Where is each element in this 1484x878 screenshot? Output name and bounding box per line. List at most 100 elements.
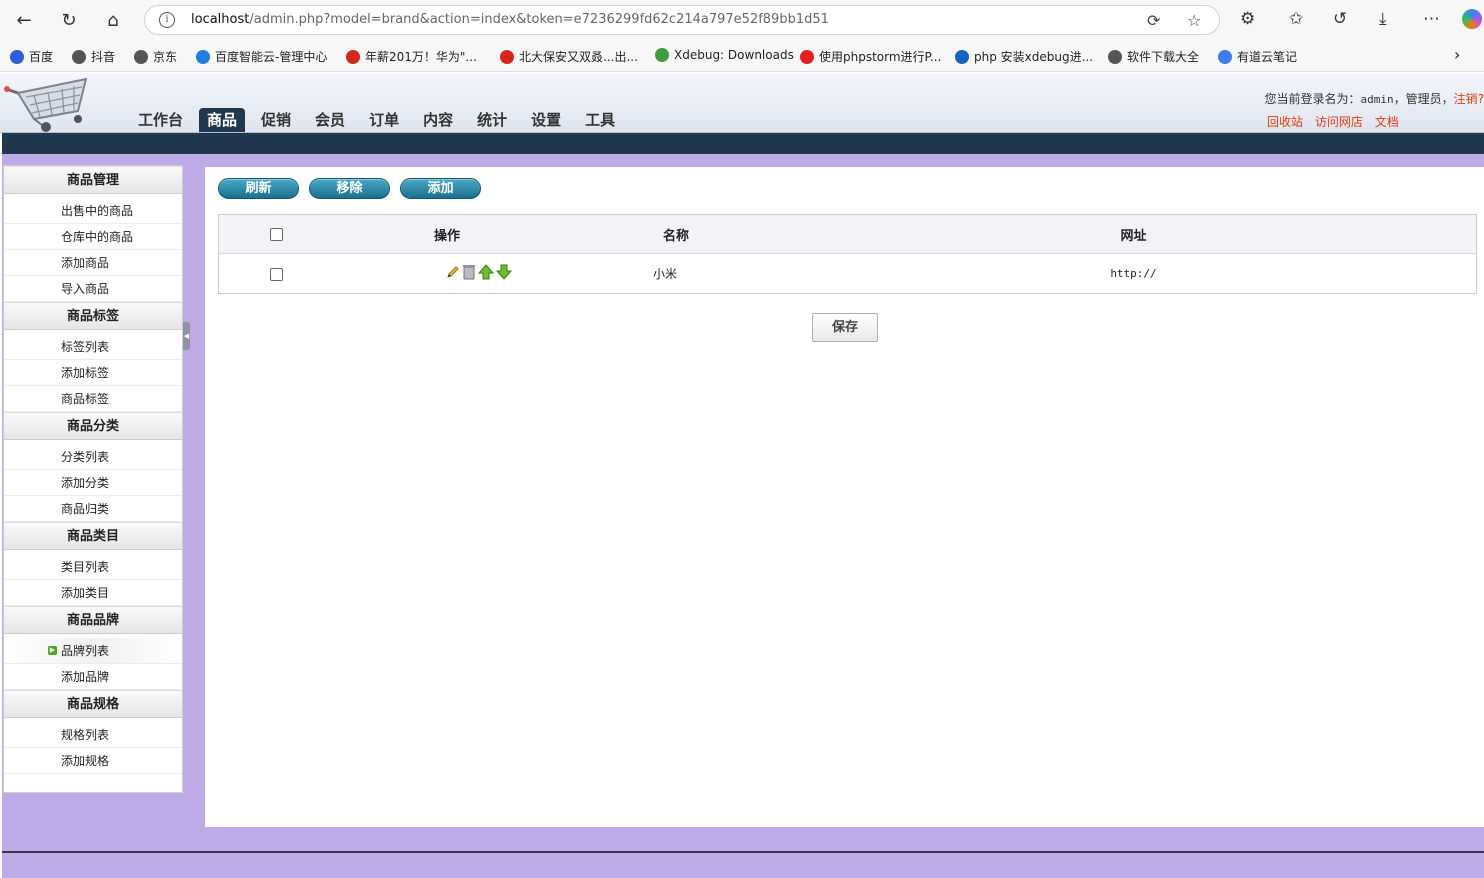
sidebar-item-label: 添加标签 — [61, 366, 110, 380]
username: admin — [1360, 93, 1394, 106]
sidebar-item[interactable]: 添加商品 — [4, 250, 182, 276]
remove-button[interactable]: 移除 — [309, 178, 390, 199]
add-button[interactable]: 添加 — [400, 178, 481, 199]
header-operation: 操作 — [433, 228, 460, 244]
bookmark-favicon-icon — [196, 49, 210, 64]
sidebar-item-label: 添加商品 — [61, 256, 110, 270]
sidebar-group-title[interactable]: 商品分类 — [4, 412, 182, 440]
brand-table: 操作 名称 网址 小米 http:// — [218, 214, 1477, 294]
sidebar-item[interactable]: ▶ 品牌列表 — [4, 638, 182, 664]
delete-trash-icon[interactable] — [462, 264, 476, 283]
sidebar-group-title[interactable]: 商品标签 — [4, 302, 182, 330]
reload-icon[interactable]: ↻ — [57, 8, 81, 32]
row-checkbox[interactable] — [269, 267, 283, 281]
sidebar-collapse-handle[interactable]: ◀ — [183, 322, 190, 350]
brand-url: http:// — [1110, 267, 1157, 280]
nav-tab[interactable]: 商品 — [199, 108, 246, 132]
nav-tab[interactable]: 工作台 — [130, 108, 191, 132]
sidebar-item-label: 导入商品 — [61, 282, 110, 296]
sidebar-item[interactable]: 标签列表 — [4, 334, 182, 360]
header-divider-bar — [2, 133, 1484, 154]
sidebar-item[interactable]: 导入商品 — [4, 276, 182, 302]
address-bar[interactable]: i localhost/admin.php?model=brand&action… — [144, 5, 1220, 35]
copilot-icon[interactable] — [1462, 9, 1482, 29]
nav-tab[interactable]: 会员 — [307, 108, 353, 132]
favorites-icon[interactable]: ✩ — [1289, 9, 1303, 29]
sidebar-item[interactable]: 添加标签 — [4, 360, 182, 386]
bookmark-favicon-icon — [1218, 49, 1232, 64]
history-icon[interactable]: ↺ — [1333, 9, 1347, 29]
sidebar-item[interactable]: 商品标签 — [4, 386, 182, 412]
bookmark-item[interactable]: 有道云笔记 — [1218, 48, 1297, 65]
nav-tab[interactable]: 促销 — [253, 108, 299, 132]
sidebar-item[interactable]: 仓库中的商品 — [4, 224, 182, 250]
login-prefix: 您当前登录名为： — [1264, 92, 1361, 106]
bookmark-item[interactable]: 百度智能云-管理中心 — [196, 48, 327, 65]
nav-tab[interactable]: 设置 — [523, 108, 569, 132]
bookmark-label: 年薪201万！华为"... — [365, 50, 477, 64]
translate-icon[interactable]: ⟳ — [1147, 11, 1160, 30]
sidebar-item-label: 商品标签 — [61, 392, 110, 406]
sidebar-item[interactable]: 规格列表 — [4, 722, 182, 748]
app-header: 工作台 商品 促销 会员 订单 内容 统计 设置 工具 您当前登录名为：admin，管理员，注销… — [0, 73, 1484, 133]
sidebar-item-label: 出售中的商品 — [61, 204, 134, 218]
nav-tab[interactable]: 统计 — [469, 108, 515, 132]
bookmark-label: 京东 — [153, 50, 178, 64]
refresh-button[interactable]: 刷新 — [218, 178, 299, 199]
nav-tab[interactable]: 订单 — [361, 108, 407, 132]
bookmark-item[interactable]: Xdebug: Downloads — [655, 48, 794, 62]
sidebar-item[interactable]: 添加品牌 — [4, 664, 182, 690]
edit-pencil-icon[interactable] — [446, 265, 460, 282]
bookmark-favicon-icon — [72, 49, 86, 64]
bookmark-item[interactable]: 京东 — [134, 48, 177, 65]
visit-store-link[interactable]: 访问网店 — [1315, 115, 1363, 129]
sidebar-item[interactable]: 出售中的商品 — [4, 198, 182, 224]
user-links: 回收站 访问网店 文档 — [1267, 113, 1407, 130]
sidebar-group-title[interactable]: 商品管理 — [4, 166, 182, 194]
move-up-arrow-icon[interactable] — [477, 264, 495, 283]
sidebar-item-label: 商品归类 — [61, 502, 110, 516]
more-menu-icon[interactable]: ⋯ — [1423, 9, 1440, 29]
footer-divider — [2, 851, 1484, 853]
save-button[interactable]: 保存 — [812, 313, 878, 342]
sidebar-group-title[interactable]: 商品类目 — [4, 522, 182, 550]
sidebar-group-title[interactable]: 商品品牌 — [4, 606, 182, 634]
bookmark-item[interactable]: 软件下载大全 — [1108, 48, 1199, 65]
move-down-arrow-icon[interactable] — [495, 264, 513, 283]
back-icon[interactable]: ← — [12, 8, 36, 32]
sidebar-item[interactable]: 分类列表 — [4, 444, 182, 470]
nav-tab[interactable]: 工具 — [577, 108, 623, 132]
header-name: 名称 — [662, 228, 689, 244]
sidebar-item-label: 品牌列表 — [61, 644, 110, 658]
bookmark-label: Xdebug: Downloads — [674, 48, 794, 62]
bookmark-label: 抖音 — [91, 50, 116, 64]
sidebar-item[interactable]: 添加规格 — [4, 748, 182, 774]
url-text[interactable]: localhost/admin.php?model=brand&action=i… — [191, 12, 829, 27]
recycle-bin-link[interactable]: 回收站 — [1267, 115, 1303, 129]
sidebar-item-label: 规格列表 — [61, 728, 110, 742]
home-icon[interactable]: ⌂ — [101, 8, 125, 32]
download-icon[interactable]: ⤓ — [1379, 9, 1387, 29]
extensions-icon[interactable]: ⚙ — [1240, 9, 1255, 29]
bookmark-label: 百度 — [29, 50, 54, 64]
bookmark-item[interactable]: 年薪201万！华为"... — [346, 48, 477, 65]
bookmark-item[interactable]: 百度 — [10, 48, 53, 65]
sidebar-item[interactable]: 商品归类 — [4, 496, 182, 522]
bookmark-favicon-icon — [500, 49, 514, 64]
sidebar-group-title[interactable]: 商品规格 — [4, 690, 182, 718]
logout-link[interactable]: 注销? — [1454, 92, 1484, 106]
site-info-icon[interactable]: i — [159, 12, 175, 28]
bookmark-favicon-icon — [1108, 49, 1122, 64]
bookmark-item[interactable]: php 安装xdebug进... — [955, 48, 1093, 65]
bookmark-item[interactable]: 抖音 — [72, 48, 115, 65]
bookmark-item[interactable]: 使用phpstorm进行P... — [800, 48, 941, 65]
select-all-checkbox[interactable] — [269, 227, 283, 241]
sidebar-item[interactable]: 添加类目 — [4, 580, 182, 606]
bookmarks-more-icon[interactable]: › — [1454, 45, 1460, 64]
favorite-star-icon[interactable]: ☆ — [1187, 11, 1201, 30]
docs-link[interactable]: 文档 — [1375, 115, 1399, 129]
sidebar-item[interactable]: 类目列表 — [4, 554, 182, 580]
nav-tab[interactable]: 内容 — [415, 108, 461, 132]
bookmark-item[interactable]: 北大保安又双叒...出... — [500, 48, 638, 65]
sidebar-item[interactable]: 添加分类 — [4, 470, 182, 496]
